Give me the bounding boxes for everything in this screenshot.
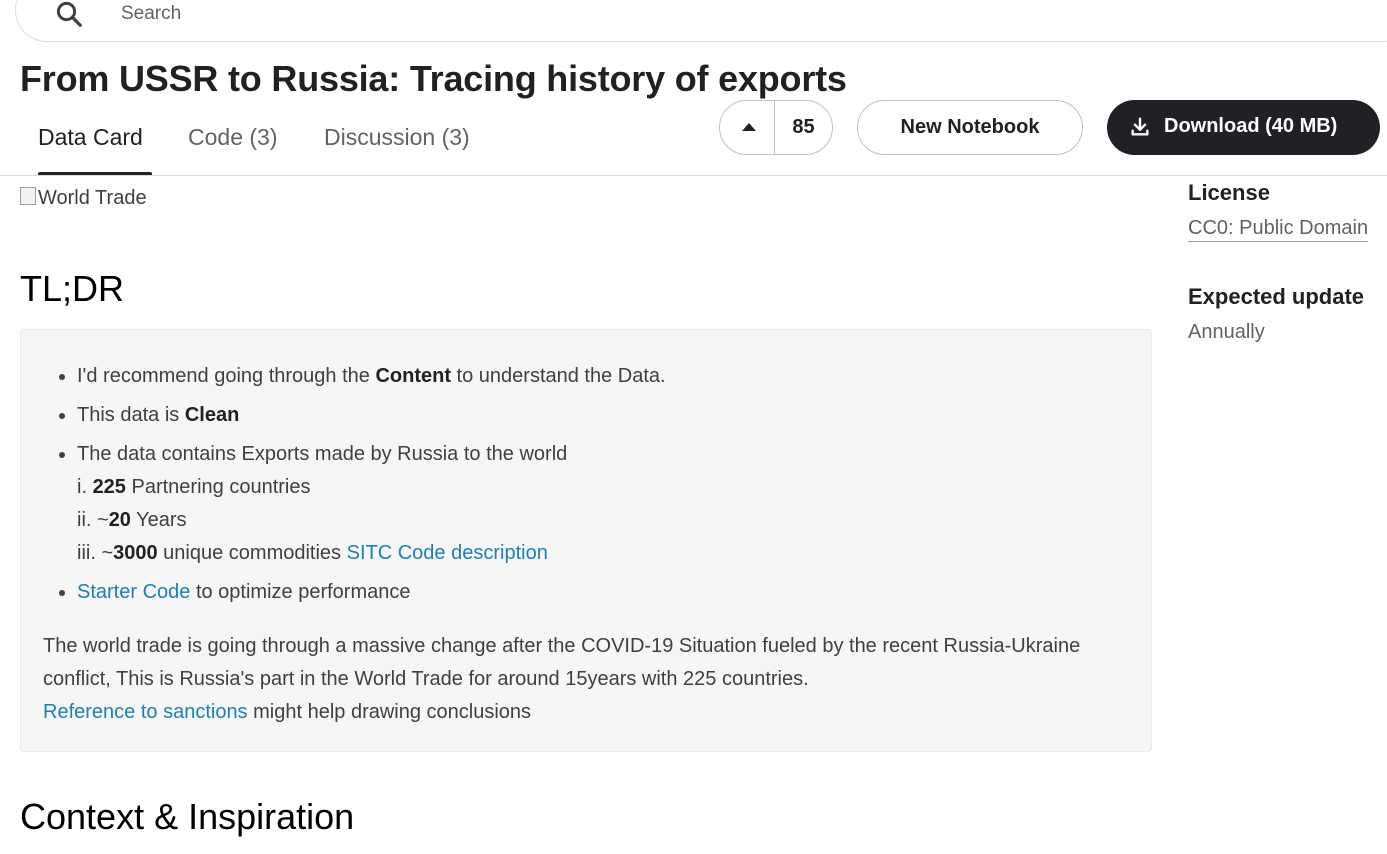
upvote-control: 85 <box>719 100 833 155</box>
tldr-paragraph: The world trade is going through a massi… <box>43 630 1138 729</box>
bullet-text: to optimize performance <box>190 581 411 603</box>
bullet-text: to understand the Data. <box>451 365 666 387</box>
sub-prefix: i. <box>77 476 93 498</box>
bullet-text: This data is <box>77 404 185 426</box>
new-notebook-button[interactable]: New Notebook <box>857 100 1083 155</box>
paragraph-text: might help drawing conclusions <box>247 701 532 723</box>
search-icon <box>56 1 82 27</box>
list-item: Starter Code to optimize performance <box>77 576 1137 609</box>
sub-text: Years <box>130 509 187 531</box>
sub-item: i. 225 Partnering countries <box>77 471 1137 504</box>
download-button[interactable]: Download (40 MB) <box>1107 100 1380 155</box>
sanctions-reference-link[interactable]: Reference to sanctions <box>43 701 248 723</box>
page-title: From USSR to Russia: Tracing history of … <box>20 58 847 99</box>
bullet-text: The data contains Exports made by Russia… <box>77 443 568 465</box>
bullet-text: I'd recommend going through the <box>77 365 376 387</box>
license-link[interactable]: CC0: Public Domain <box>1188 217 1369 242</box>
context-heading: Context & Inspiration <box>20 796 355 837</box>
paragraph-text: The world trade is going through a massi… <box>43 635 1081 690</box>
license-value: CC0: Public Domain <box>1188 217 1369 242</box>
update-label: Expected update <box>1188 284 1365 309</box>
sub-prefix: iii. ~ <box>77 542 114 564</box>
starter-code-link[interactable]: Starter Code <box>77 581 190 603</box>
upvote-count: 85 <box>792 116 815 138</box>
tab-data-card[interactable]: Data Card <box>38 124 143 151</box>
list-item: This data is Clean <box>77 399 1137 432</box>
divider <box>0 175 1387 176</box>
bullet-bold: Clean <box>184 404 240 426</box>
tab-discussion[interactable]: Discussion (3) <box>324 124 470 151</box>
search-bar[interactable]: Search <box>15 0 1387 42</box>
sub-text: Partnering countries <box>125 476 311 498</box>
header-image: World Trade <box>20 187 147 210</box>
broken-image-icon <box>20 187 36 205</box>
triangle-up-icon <box>742 123 756 131</box>
sub-bold: 3000 <box>113 542 158 564</box>
sitc-code-link[interactable]: SITC Code description <box>347 542 548 564</box>
sub-prefix: ii. ~ <box>77 509 109 531</box>
tldr-list: I'd recommend going through the Content … <box>55 360 1137 615</box>
sub-item: ii. ~20 Years <box>77 504 1137 537</box>
sub-bold: 225 <box>92 476 126 498</box>
license-label: License <box>1188 180 1270 205</box>
tab-code[interactable]: Code (3) <box>188 124 277 151</box>
update-value: Annually <box>1188 321 1265 343</box>
list-item: The data contains Exports made by Russia… <box>77 438 1137 570</box>
upvote-button[interactable] <box>720 101 774 154</box>
tldr-heading: TL;DR <box>20 268 125 309</box>
sub-bold: 20 <box>108 509 131 531</box>
sub-text: unique commodities <box>157 542 347 564</box>
download-label: Download (40 MB) <box>1164 115 1338 137</box>
sub-item: iii. ~3000 unique commodities SITC Code … <box>77 537 1137 570</box>
tldr-box: I'd recommend going through the Content … <box>20 329 1152 752</box>
bullet-bold: Content <box>375 365 451 387</box>
search-input[interactable]: Search <box>121 3 181 25</box>
list-item: I'd recommend going through the Content … <box>77 360 1137 393</box>
image-alt-text: World Trade <box>38 187 147 209</box>
download-icon <box>1131 117 1149 136</box>
